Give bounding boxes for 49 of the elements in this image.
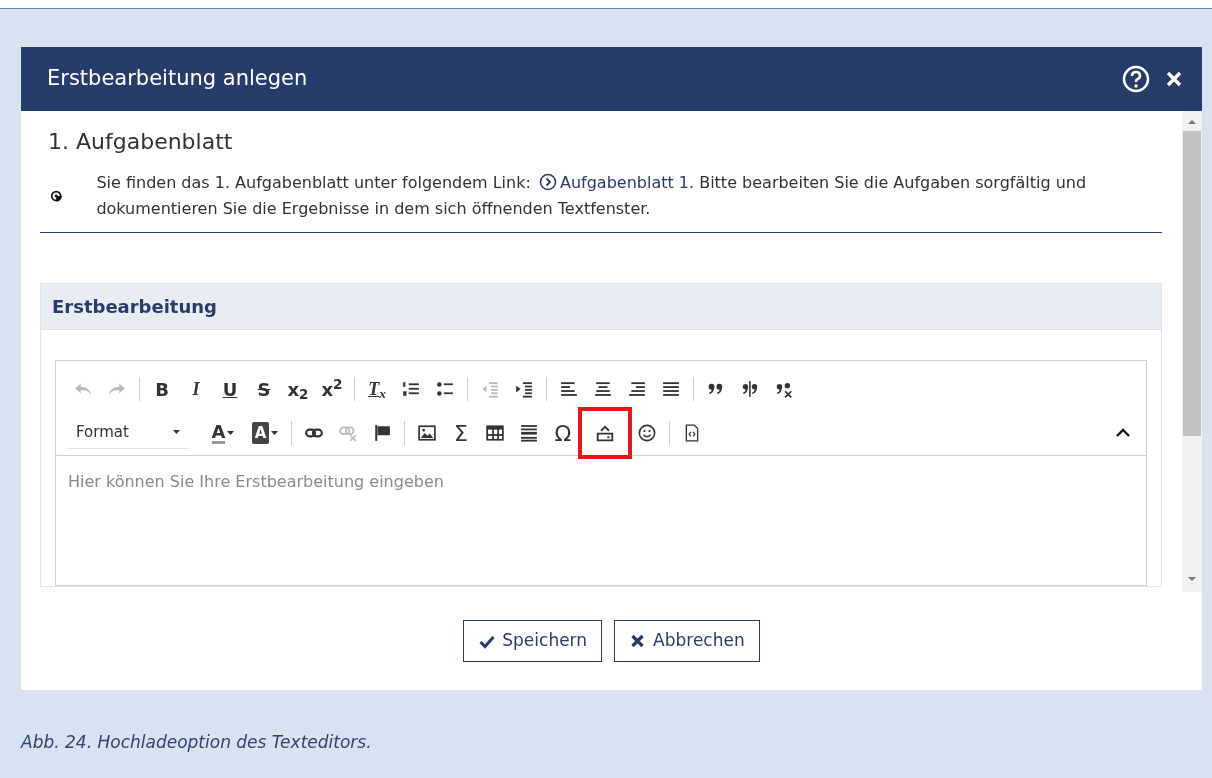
align-center-icon bbox=[594, 380, 612, 398]
upload-icon bbox=[596, 424, 614, 442]
remove-quote-icon bbox=[775, 380, 793, 398]
dialog-title: Erstbearbeitung anlegen bbox=[47, 65, 308, 93]
formula-button[interactable]: Σ bbox=[446, 418, 476, 448]
worksheet-link[interactable]: Aufgabenblatt 1 bbox=[535, 173, 689, 192]
outdent-icon bbox=[481, 380, 499, 398]
caret-icon bbox=[173, 430, 180, 435]
superscript-button[interactable]: x$^{2}$ bbox=[317, 374, 347, 404]
italic-button[interactable]: I bbox=[181, 374, 211, 404]
panel-title: Erstbearbeitung bbox=[41, 284, 1161, 330]
caret-icon bbox=[271, 430, 279, 436]
check-icon bbox=[478, 633, 497, 649]
strikethrough-button[interactable]: S bbox=[249, 374, 279, 404]
underline-button[interactable]: U bbox=[215, 374, 245, 404]
help-icon[interactable] bbox=[1122, 65, 1150, 93]
table-icon bbox=[486, 424, 504, 442]
flag-icon bbox=[373, 424, 391, 442]
scroll-down-icon[interactable] bbox=[1187, 574, 1197, 584]
align-left-icon bbox=[560, 380, 578, 398]
indent-icon bbox=[515, 380, 533, 398]
save-button[interactable]: Speichern bbox=[463, 620, 603, 662]
bold-button[interactable]: B bbox=[147, 374, 177, 404]
horizontal-rule-icon bbox=[520, 424, 538, 442]
text-color-button[interactable]: A bbox=[204, 418, 242, 448]
subscript-button[interactable]: x$_{2}$ bbox=[283, 374, 313, 404]
format-dropdown[interactable]: Format bbox=[68, 417, 188, 449]
smiley-icon bbox=[638, 424, 656, 442]
caret-icon bbox=[227, 430, 235, 436]
scrollbar[interactable] bbox=[1182, 111, 1202, 592]
justify-icon bbox=[662, 380, 680, 398]
split-quote-icon bbox=[741, 380, 759, 398]
numbered-list-icon bbox=[402, 380, 420, 398]
source-icon bbox=[683, 424, 701, 442]
scroll-up-icon[interactable] bbox=[1187, 117, 1197, 127]
align-right-icon bbox=[628, 380, 646, 398]
unlink-icon bbox=[339, 424, 357, 442]
special-character-button[interactable]: Ω bbox=[548, 418, 578, 448]
background-color-button[interactable]: A bbox=[246, 418, 284, 448]
clear-format-button[interactable]: T$_{x}$ bbox=[362, 374, 392, 404]
task-heading: 1. Aufgabenblatt bbox=[48, 128, 234, 156]
figure-caption: Abb. 24. Hochladeoption des Texteditors. bbox=[21, 731, 373, 754]
bullet-list-icon bbox=[436, 380, 454, 398]
task-description: Sie finden das 1. Aufgabenblatt unter folgendem Link: Aufgabenblatt 1. Bitte bearbeiten Sie die Aufgaben sorgfältig und dokumentieren Sie die Ergebnisse in dem sich öffnenden Textfenster. bbox=[96, 172, 1088, 220]
cancel-button[interactable]: Abbrechen bbox=[614, 620, 760, 662]
collapse-icon bbox=[1116, 428, 1130, 438]
image-icon bbox=[418, 424, 436, 442]
close-icon[interactable] bbox=[1166, 71, 1182, 87]
chevron-circle-icon bbox=[538, 173, 557, 191]
